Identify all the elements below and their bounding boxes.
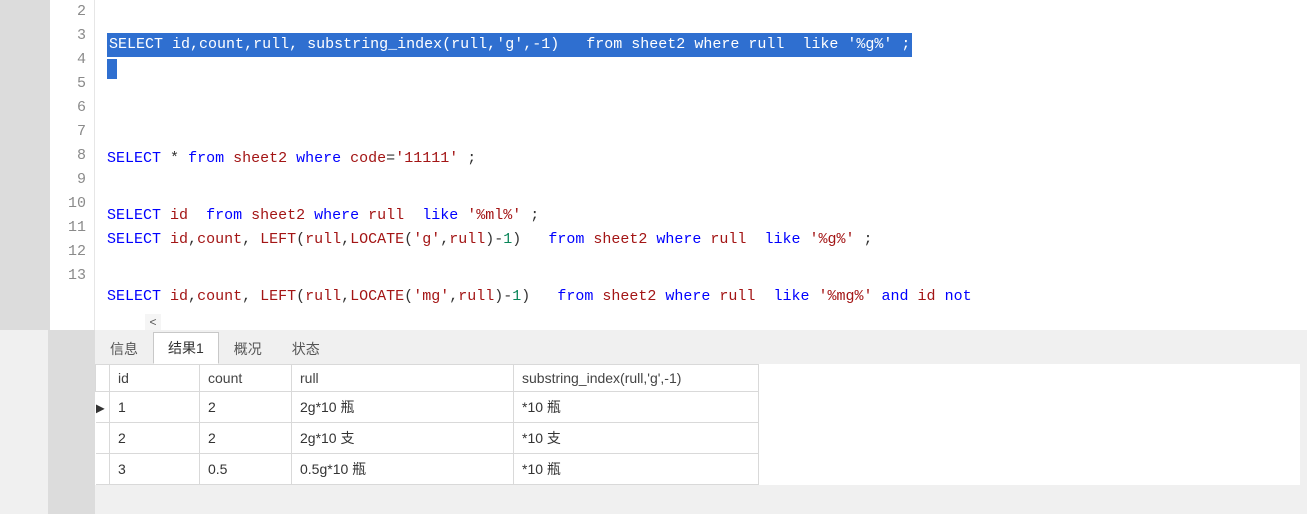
row-marker bbox=[96, 454, 110, 485]
cell-sub[interactable]: *10 瓶 bbox=[514, 392, 759, 423]
table-row[interactable]: ▶ 122g*10 瓶*10 瓶 bbox=[96, 392, 759, 423]
line-number: 2 bbox=[50, 0, 94, 24]
result-grid[interactable]: id count rull substring_index(rull,'g',-… bbox=[95, 364, 1300, 485]
cell-sub[interactable]: *10 瓶 bbox=[514, 454, 759, 485]
tab-1[interactable]: 结果1 bbox=[153, 332, 219, 364]
cell-rull[interactable]: 2g*10 支 bbox=[292, 423, 514, 454]
cell-id[interactable]: 3 bbox=[110, 454, 200, 485]
code-line[interactable]: SELECT id,count, LEFT(rull,LOCATE('g',ru… bbox=[107, 228, 873, 252]
line-number: 8 bbox=[50, 144, 94, 168]
line-number: 10 bbox=[50, 192, 94, 216]
caret-icon bbox=[107, 59, 117, 79]
cell-rull[interactable]: 2g*10 瓶 bbox=[292, 392, 514, 423]
row-marker bbox=[96, 423, 110, 454]
cell-count[interactable]: 2 bbox=[200, 423, 292, 454]
line-number-gutter: 2345678910111213 bbox=[50, 0, 95, 330]
line-number: 11 bbox=[50, 216, 94, 240]
col-header-rull[interactable]: rull bbox=[292, 365, 514, 392]
line-number: 13 bbox=[50, 264, 94, 288]
header-row: id count rull substring_index(rull,'g',-… bbox=[96, 365, 759, 392]
cell-count[interactable]: 0.5 bbox=[200, 454, 292, 485]
cell-rull[interactable]: 0.5g*10 瓶 bbox=[292, 454, 514, 485]
tab-3[interactable]: 状态 bbox=[277, 333, 335, 364]
cell-id[interactable]: 1 bbox=[110, 392, 200, 423]
row-marker: ▶ bbox=[96, 392, 110, 423]
line-number: 7 bbox=[50, 120, 94, 144]
code-line[interactable]: SELECT id from sheet2 where rull like '%… bbox=[107, 204, 539, 228]
cell-sub[interactable]: *10 支 bbox=[514, 423, 759, 454]
line-number: 12 bbox=[50, 240, 94, 264]
code-line[interactable] bbox=[107, 57, 117, 81]
current-row-indicator-icon: ▶ bbox=[96, 401, 105, 415]
col-header-substring[interactable]: substring_index(rull,'g',-1) bbox=[514, 365, 759, 392]
line-number: 9 bbox=[50, 168, 94, 192]
sql-editor[interactable]: 2345678910111213 SELECT id,count,rull, s… bbox=[0, 0, 1307, 330]
code-area[interactable]: SELECT id,count,rull, substring_index(ru… bbox=[95, 0, 1307, 330]
table-row[interactable]: 30.50.5g*10 瓶*10 瓶 bbox=[96, 454, 759, 485]
col-header-id[interactable]: id bbox=[110, 365, 200, 392]
editor-horizontal-scrollbar[interactable] bbox=[145, 314, 1307, 330]
code-line[interactable]: SELECT * from sheet2 where code='11111' … bbox=[107, 147, 476, 171]
line-number: 6 bbox=[50, 96, 94, 120]
code-line[interactable]: SELECT id,count,rull, substring_index(ru… bbox=[107, 33, 912, 57]
code-line[interactable]: SELECT id,count, LEFT(rull,LOCATE('mg',r… bbox=[107, 285, 972, 309]
table-row[interactable]: 222g*10 支*10 支 bbox=[96, 423, 759, 454]
cell-count[interactable]: 2 bbox=[200, 392, 292, 423]
line-number: 5 bbox=[50, 72, 94, 96]
result-tabs-bar: 信息结果1概况状态 bbox=[95, 334, 335, 364]
col-header-count[interactable]: count bbox=[200, 365, 292, 392]
line-number: 4 bbox=[50, 48, 94, 72]
tab-0[interactable]: 信息 bbox=[95, 333, 153, 364]
selected-line[interactable]: SELECT id,count,rull, substring_index(ru… bbox=[107, 33, 912, 57]
line-number: 3 bbox=[50, 24, 94, 48]
left-margin-strip bbox=[48, 330, 95, 514]
cell-id[interactable]: 2 bbox=[110, 423, 200, 454]
tab-2[interactable]: 概况 bbox=[219, 333, 277, 364]
